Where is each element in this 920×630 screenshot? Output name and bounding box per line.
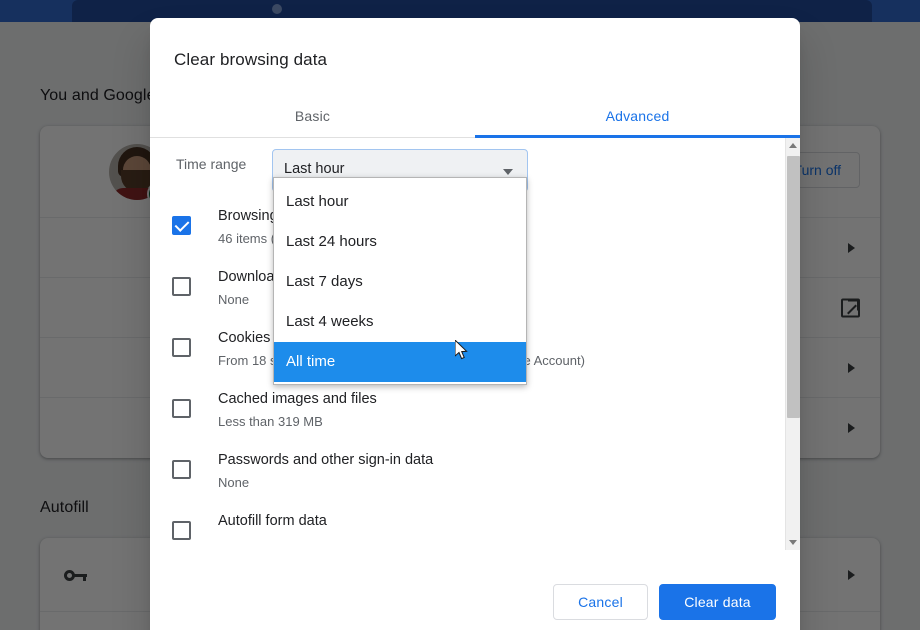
checkbox-label: Autofill form data (218, 513, 327, 529)
tab-advanced[interactable]: Advanced (475, 96, 800, 138)
checkbox-cached-images[interactable] (172, 399, 191, 418)
time-range-dropdown-list[interactable]: Last hour Last 24 hours Last 7 days Last… (273, 177, 527, 385)
checkbox-row-cached-images[interactable]: Cached images and files Less than 319 MB (150, 383, 800, 444)
scrollbar-thumb[interactable] (787, 156, 800, 418)
dialog-title: Clear browsing data (174, 50, 328, 69)
tab-favicon-icon (272, 4, 282, 14)
chevron-down-icon (503, 169, 513, 175)
dropdown-option-last-4-weeks[interactable]: Last 4 weeks (274, 302, 526, 342)
dialog-tabs: Basic Advanced (150, 96, 800, 138)
screen: You and Google E S Turn off Sync and Goo… (0, 0, 920, 630)
checkbox-sublabel: Less than 319 MB (218, 414, 323, 429)
dropdown-option-last-24-hours[interactable]: Last 24 hours (274, 222, 526, 262)
checkbox-row-autofill-form-data[interactable]: Autofill form data (150, 505, 800, 550)
checkbox-autofill-form-data[interactable] (172, 521, 191, 540)
checkbox-cookies[interactable] (172, 338, 191, 357)
scrollbar-down-arrow-icon[interactable] (786, 535, 800, 550)
checkbox-browsing-history[interactable] (172, 216, 191, 235)
scrollbar-up-arrow-icon[interactable] (786, 138, 800, 153)
checkbox-label: Cached images and files (218, 391, 377, 407)
checkbox-passwords[interactable] (172, 460, 191, 479)
checkbox-sublabel: None (218, 292, 250, 307)
clear-data-button[interactable]: Clear data (659, 584, 776, 620)
dropdown-option-all-time[interactable]: All time (274, 342, 526, 382)
dropdown-option-last-7-days[interactable]: Last 7 days (274, 262, 526, 302)
time-range-label: Time range (176, 156, 247, 172)
dialog-footer: Cancel Clear data (150, 552, 800, 630)
dialog-scrollbar[interactable] (785, 138, 800, 550)
time-range-selected-value: Last hour (284, 161, 345, 177)
checkbox-download-history[interactable] (172, 277, 191, 296)
checkbox-row-passwords[interactable]: Passwords and other sign-in data None (150, 444, 800, 505)
checkbox-label: Passwords and other sign-in data (218, 452, 434, 468)
dropdown-option-last-hour[interactable]: Last hour (274, 182, 526, 222)
cancel-button[interactable]: Cancel (553, 584, 648, 620)
checkbox-sublabel: None (218, 475, 250, 490)
tab-basic[interactable]: Basic (150, 96, 475, 137)
